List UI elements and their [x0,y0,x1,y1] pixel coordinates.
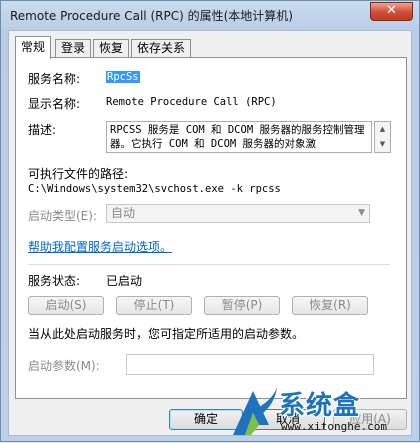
start-params-hint: 当从此处启动服务时，您可指定所适用的启动参数。 [28,327,305,341]
stop-button[interactable]: 停止(T) [116,296,192,315]
path-label: 可执行文件的路径: [28,167,129,181]
window-title: Remote Procedure Call (RPC) 的属性(本地计算机) [10,9,293,23]
description-scrollbar[interactable]: ▲ ▼ [374,121,391,153]
tab-dependencies[interactable]: 依存关系 [131,39,192,58]
properties-dialog: Remote Procedure Call (RPC) 的属性(本地计算机) ✕… [0,0,420,442]
chevron-down-icon: ▼ [358,208,365,218]
display-name-label: 显示名称: [28,97,81,111]
pause-button[interactable]: 暂停(P) [204,296,280,315]
startup-type-select[interactable]: 自动 ▼ [106,204,370,223]
start-params-label: 启动参数(M): [28,359,100,373]
resume-button[interactable]: 恢复(R) [292,296,368,315]
scroll-down-icon[interactable]: ▼ [375,137,390,152]
dialog-client-area: 常规 登录 恢复 依存关系 服务名称: RpcSs 显示名称: Remote P… [8,30,412,436]
service-status-label: 服务状态: [28,274,81,288]
startup-type-value: 自动 [111,206,136,220]
scroll-up-icon[interactable]: ▲ [375,122,390,137]
watermark-name: 系统盒 [279,391,361,421]
tab-recovery[interactable]: 恢复 [93,39,130,58]
watermark-logo-icon [233,387,277,435]
divider [28,264,390,265]
service-name-label: 服务名称: [28,72,81,86]
description-box[interactable]: RPCSS 服务是 COM 和 DCOM 服务器的服务控制管理器。它执行 COM… [106,121,372,153]
watermark-url: www.xitonghe.com [281,420,387,433]
startup-type-label: 启动类型(E): [28,209,97,223]
path-value[interactable]: C:\Windows\system32\svchost.exe -k rpcss [28,183,281,195]
start-params-input[interactable] [126,354,374,375]
tab-logon[interactable]: 登录 [55,39,92,58]
close-button[interactable]: ✕ [370,2,413,21]
tab-general[interactable]: 常规 [15,36,52,59]
service-name-value[interactable]: RpcSs [106,71,140,83]
help-configure-link[interactable]: 帮助我配置服务启动选项。 [28,238,172,255]
display-name-value[interactable]: Remote Procedure Call (RPC) [106,96,277,108]
description-label: 描述: [28,123,57,137]
start-button[interactable]: 启动(S) [28,296,104,315]
general-tab-panel: 服务名称: RpcSs 显示名称: Remote Procedure Call … [15,57,407,399]
watermark: 系统盒 www.xitonghe.com [227,385,420,443]
service-status-value: 已启动 [106,274,143,288]
title-bar[interactable]: Remote Procedure Call (RPC) 的属性(本地计算机) ✕ [1,1,419,29]
close-icon: ✕ [386,3,397,18]
